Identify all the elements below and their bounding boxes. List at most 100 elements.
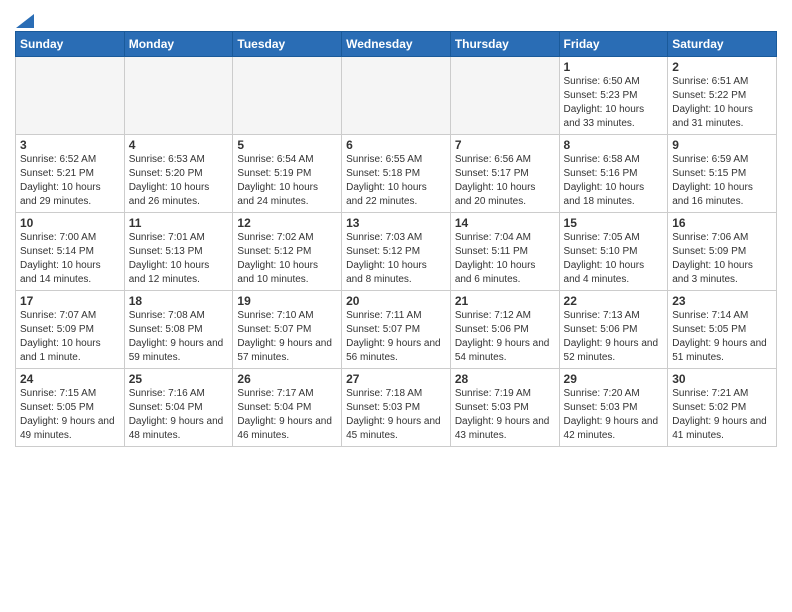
day-number: 24 [20,372,120,386]
day-detail: Sunrise: 7:05 AMSunset: 5:10 PMDaylight:… [564,231,664,287]
day-detail: Sunrise: 7:17 AMSunset: 5:04 PMDaylight:… [237,387,337,443]
day-number: 21 [455,294,555,308]
day-detail: Sunrise: 7:12 AMSunset: 5:06 PMDaylight:… [455,309,555,365]
calendar-cell: 13Sunrise: 7:03 AMSunset: 5:12 PMDayligh… [342,213,451,291]
day-detail: Sunrise: 7:11 AMSunset: 5:07 PMDaylight:… [346,309,446,365]
day-detail: Sunrise: 7:18 AMSunset: 5:03 PMDaylight:… [346,387,446,443]
day-detail: Sunrise: 7:06 AMSunset: 5:09 PMDaylight:… [672,231,772,287]
day-number: 15 [564,216,664,230]
day-header-sunday: Sunday [16,32,125,57]
calendar-cell: 24Sunrise: 7:15 AMSunset: 5:05 PMDayligh… [16,369,125,447]
day-detail: Sunrise: 7:15 AMSunset: 5:05 PMDaylight:… [20,387,120,443]
calendar-cell: 12Sunrise: 7:02 AMSunset: 5:12 PMDayligh… [233,213,342,291]
day-number: 14 [455,216,555,230]
day-number: 29 [564,372,664,386]
calendar-cell: 22Sunrise: 7:13 AMSunset: 5:06 PMDayligh… [559,291,668,369]
day-number: 25 [129,372,229,386]
day-detail: Sunrise: 6:50 AMSunset: 5:23 PMDaylight:… [564,75,664,131]
day-number: 13 [346,216,446,230]
calendar-cell: 9Sunrise: 6:59 AMSunset: 5:15 PMDaylight… [668,135,777,213]
calendar-week-5: 24Sunrise: 7:15 AMSunset: 5:05 PMDayligh… [16,369,777,447]
calendar-cell: 20Sunrise: 7:11 AMSunset: 5:07 PMDayligh… [342,291,451,369]
calendar-cell: 29Sunrise: 7:20 AMSunset: 5:03 PMDayligh… [559,369,668,447]
day-detail: Sunrise: 7:14 AMSunset: 5:05 PMDaylight:… [672,309,772,365]
calendar-cell: 19Sunrise: 7:10 AMSunset: 5:07 PMDayligh… [233,291,342,369]
calendar-cell [450,57,559,135]
calendar-cell: 17Sunrise: 7:07 AMSunset: 5:09 PMDayligh… [16,291,125,369]
calendar-cell [16,57,125,135]
day-number: 18 [129,294,229,308]
day-number: 3 [20,138,120,152]
calendar-cell: 6Sunrise: 6:55 AMSunset: 5:18 PMDaylight… [342,135,451,213]
day-detail: Sunrise: 7:01 AMSunset: 5:13 PMDaylight:… [129,231,229,287]
calendar-cell: 30Sunrise: 7:21 AMSunset: 5:02 PMDayligh… [668,369,777,447]
calendar-table: SundayMondayTuesdayWednesdayThursdayFrid… [15,31,777,447]
calendar-cell: 11Sunrise: 7:01 AMSunset: 5:13 PMDayligh… [124,213,233,291]
day-detail: Sunrise: 6:51 AMSunset: 5:22 PMDaylight:… [672,75,772,131]
calendar-week-4: 17Sunrise: 7:07 AMSunset: 5:09 PMDayligh… [16,291,777,369]
calendar-header-row: SundayMondayTuesdayWednesdayThursdayFrid… [16,32,777,57]
day-number: 20 [346,294,446,308]
calendar-cell [233,57,342,135]
calendar-cell: 5Sunrise: 6:54 AMSunset: 5:19 PMDaylight… [233,135,342,213]
day-number: 28 [455,372,555,386]
day-number: 9 [672,138,772,152]
calendar-cell: 14Sunrise: 7:04 AMSunset: 5:11 PMDayligh… [450,213,559,291]
day-number: 23 [672,294,772,308]
calendar-cell: 26Sunrise: 7:17 AMSunset: 5:04 PMDayligh… [233,369,342,447]
calendar-cell: 27Sunrise: 7:18 AMSunset: 5:03 PMDayligh… [342,369,451,447]
calendar-cell: 2Sunrise: 6:51 AMSunset: 5:22 PMDaylight… [668,57,777,135]
day-header-thursday: Thursday [450,32,559,57]
day-number: 1 [564,60,664,74]
day-number: 8 [564,138,664,152]
day-detail: Sunrise: 6:58 AMSunset: 5:16 PMDaylight:… [564,153,664,209]
page-container: SundayMondayTuesdayWednesdayThursdayFrid… [0,0,792,452]
day-number: 17 [20,294,120,308]
day-detail: Sunrise: 6:54 AMSunset: 5:19 PMDaylight:… [237,153,337,209]
calendar-cell: 21Sunrise: 7:12 AMSunset: 5:06 PMDayligh… [450,291,559,369]
day-header-monday: Monday [124,32,233,57]
day-number: 19 [237,294,337,308]
day-detail: Sunrise: 6:56 AMSunset: 5:17 PMDaylight:… [455,153,555,209]
calendar-cell: 1Sunrise: 6:50 AMSunset: 5:23 PMDaylight… [559,57,668,135]
day-number: 22 [564,294,664,308]
day-detail: Sunrise: 6:59 AMSunset: 5:15 PMDaylight:… [672,153,772,209]
calendar-cell: 15Sunrise: 7:05 AMSunset: 5:10 PMDayligh… [559,213,668,291]
calendar-cell: 10Sunrise: 7:00 AMSunset: 5:14 PMDayligh… [16,213,125,291]
day-detail: Sunrise: 7:03 AMSunset: 5:12 PMDaylight:… [346,231,446,287]
day-number: 16 [672,216,772,230]
day-detail: Sunrise: 6:52 AMSunset: 5:21 PMDaylight:… [20,153,120,209]
calendar-week-1: 1Sunrise: 6:50 AMSunset: 5:23 PMDaylight… [16,57,777,135]
day-detail: Sunrise: 7:10 AMSunset: 5:07 PMDaylight:… [237,309,337,365]
day-header-wednesday: Wednesday [342,32,451,57]
calendar-cell: 8Sunrise: 6:58 AMSunset: 5:16 PMDaylight… [559,135,668,213]
calendar-cell [342,57,451,135]
day-header-friday: Friday [559,32,668,57]
calendar-week-2: 3Sunrise: 6:52 AMSunset: 5:21 PMDaylight… [16,135,777,213]
calendar-cell: 25Sunrise: 7:16 AMSunset: 5:04 PMDayligh… [124,369,233,447]
calendar-cell: 28Sunrise: 7:19 AMSunset: 5:03 PMDayligh… [450,369,559,447]
logo-icon [16,10,34,28]
calendar-cell: 3Sunrise: 6:52 AMSunset: 5:21 PMDaylight… [16,135,125,213]
day-detail: Sunrise: 7:16 AMSunset: 5:04 PMDaylight:… [129,387,229,443]
day-number: 4 [129,138,229,152]
calendar-cell [124,57,233,135]
day-number: 7 [455,138,555,152]
day-number: 30 [672,372,772,386]
day-number: 12 [237,216,337,230]
day-detail: Sunrise: 7:07 AMSunset: 5:09 PMDaylight:… [20,309,120,365]
day-detail: Sunrise: 7:20 AMSunset: 5:03 PMDaylight:… [564,387,664,443]
day-detail: Sunrise: 7:21 AMSunset: 5:02 PMDaylight:… [672,387,772,443]
day-number: 27 [346,372,446,386]
calendar-cell: 16Sunrise: 7:06 AMSunset: 5:09 PMDayligh… [668,213,777,291]
day-number: 2 [672,60,772,74]
day-number: 26 [237,372,337,386]
day-header-tuesday: Tuesday [233,32,342,57]
day-number: 6 [346,138,446,152]
day-number: 11 [129,216,229,230]
calendar-cell: 7Sunrise: 6:56 AMSunset: 5:17 PMDaylight… [450,135,559,213]
day-detail: Sunrise: 7:08 AMSunset: 5:08 PMDaylight:… [129,309,229,365]
day-detail: Sunrise: 6:53 AMSunset: 5:20 PMDaylight:… [129,153,229,209]
day-number: 10 [20,216,120,230]
day-header-saturday: Saturday [668,32,777,57]
